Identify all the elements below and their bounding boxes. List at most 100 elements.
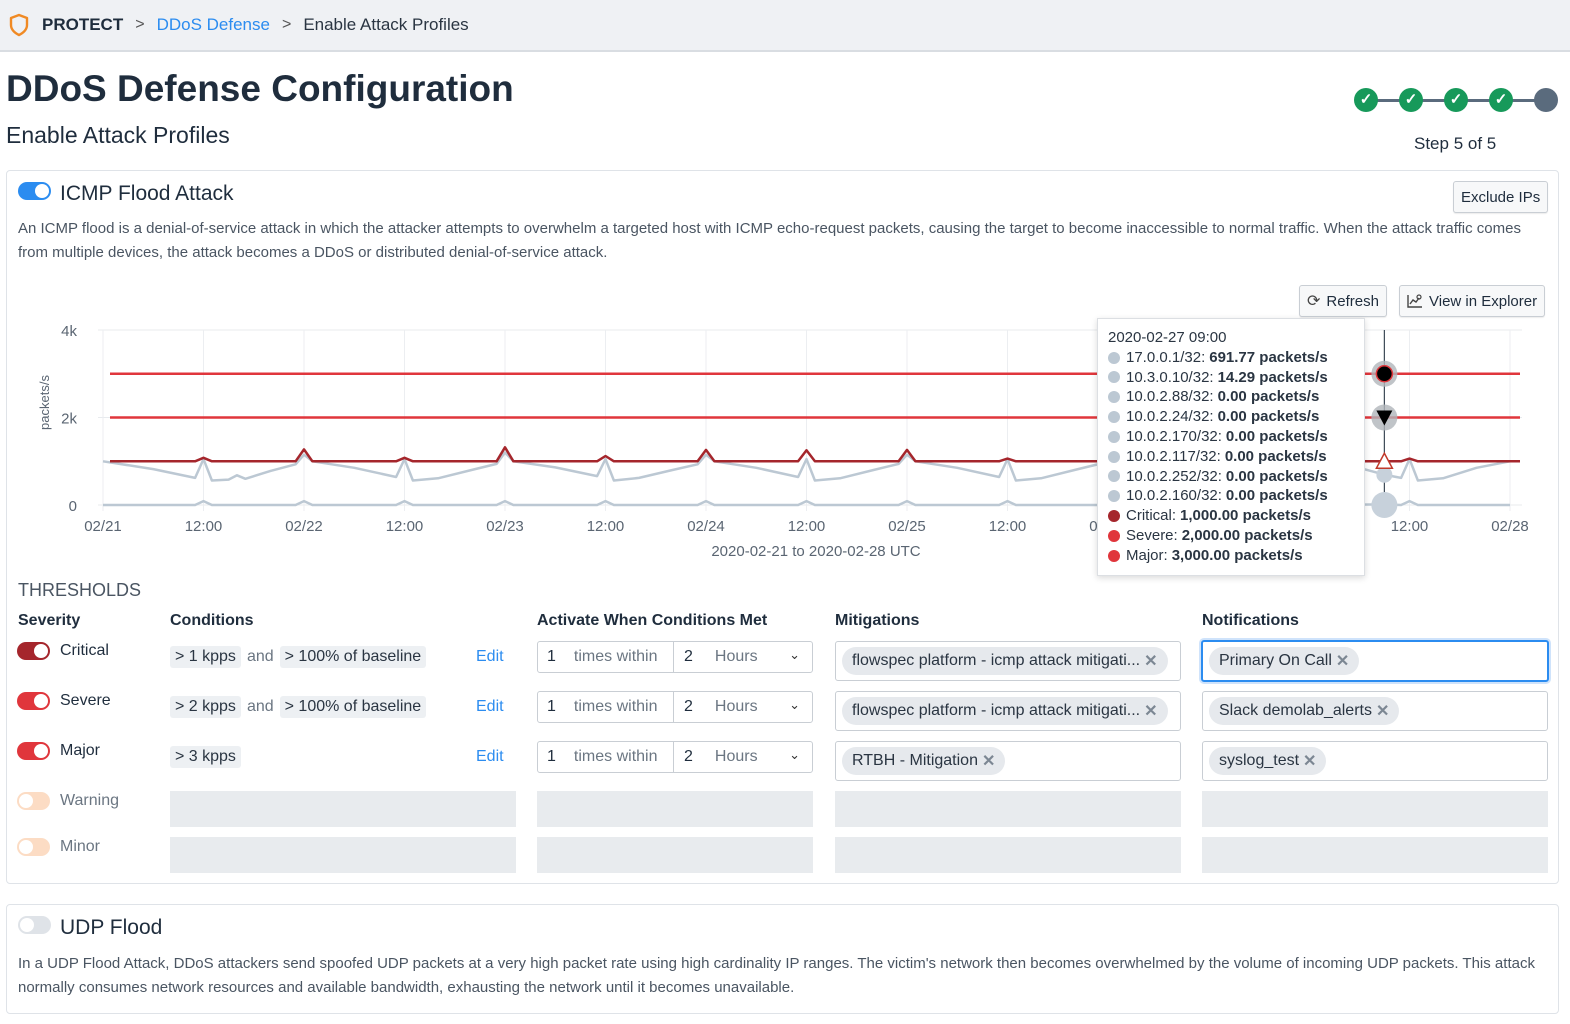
hover-marker-major <box>1375 365 1394 383</box>
tooltip-row: 10.0.2.170/32: 0.00 packets/s <box>1108 427 1354 447</box>
tag-label: Primary On Call <box>1219 652 1332 669</box>
x-tick-label: 12:00 <box>989 518 1027 535</box>
series-swatch-icon <box>1108 391 1120 404</box>
tooltip-row: 10.0.2.117/32: 0.00 packets/s <box>1108 447 1354 467</box>
col-activate: Activate When Conditions Met <box>537 612 768 629</box>
condition-chip: > 2 kpps <box>170 696 241 718</box>
notification-tag: Slack demolab_alerts ✕ <box>1209 697 1400 725</box>
hover-marker-10-3-0-10 <box>1371 492 1398 518</box>
tooltip-value: 691.77 packets/s <box>1209 348 1328 366</box>
series-swatch-icon <box>1108 529 1120 542</box>
series-swatch-icon <box>1108 411 1120 424</box>
warning-notifications-placeholder <box>1202 791 1548 827</box>
x-tick-label: 12:00 <box>1391 518 1429 535</box>
series-swatch-icon <box>1108 430 1120 443</box>
chevron-down-icon: ⌄ <box>789 697 800 712</box>
critical-edit-link[interactable]: Edit <box>476 648 504 666</box>
tooltip-value: 0.00 packets/s <box>1217 408 1320 426</box>
condition-chip: > 100% of baseline <box>279 646 427 668</box>
y-tick-label: 0 <box>69 498 77 515</box>
x-tick-label: 02/23 <box>486 518 524 535</box>
severe-toggle[interactable] <box>17 692 50 710</box>
series-swatch-icon <box>1108 351 1120 364</box>
times-input[interactable]: 1 <box>547 648 556 666</box>
exclude-ips-button[interactable]: Exclude IPs <box>1453 181 1549 213</box>
remove-tag-icon[interactable]: ✕ <box>1376 701 1389 721</box>
tooltip-value: 3,000.00 packets/s <box>1171 546 1303 564</box>
critical-toggle[interactable] <box>17 642 50 660</box>
remove-tag-icon[interactable]: ✕ <box>1336 651 1349 671</box>
window-value[interactable]: 2 <box>684 748 693 766</box>
major-edit-link[interactable]: Edit <box>476 748 504 766</box>
breadcrumb-root[interactable]: PROTECT <box>42 15 123 35</box>
critical-notifications-input[interactable]: Primary On Call ✕ <box>1201 640 1549 682</box>
window-select[interactable]: 2 Hours ⌄ <box>674 742 812 772</box>
x-tick-label: 02/21 <box>84 518 122 535</box>
severe-edit-link[interactable]: Edit <box>476 698 504 716</box>
window-select[interactable]: 2 Hours ⌄ <box>674 642 812 672</box>
breadcrumb-bar: PROTECT > DDoS Defense > Enable Attack P… <box>0 0 1570 52</box>
tooltip-row: 10.0.2.160/32: 0.00 packets/s <box>1108 486 1354 506</box>
col-severity: Severity <box>18 612 81 629</box>
chevron-right-icon: > <box>281 16 292 33</box>
major-mitigations-input[interactable]: RTBH - Mitigation ✕ <box>835 741 1181 781</box>
warning-toggle[interactable] <box>17 792 50 810</box>
severity-severe: Severe <box>60 692 111 709</box>
icmp-enable-toggle[interactable] <box>18 182 51 200</box>
mitigation-tag: flowspec platform - icmp attack mitigati… <box>842 697 1168 725</box>
step-2-complete-check-icon[interactable]: ✓ <box>1399 88 1423 112</box>
chart-explorer-icon <box>1407 294 1422 308</box>
major-toggle[interactable] <box>17 742 50 760</box>
times-input[interactable]: 1 <box>547 748 556 766</box>
tooltip-value: 0.00 packets/s <box>1225 427 1328 445</box>
major-notifications-input[interactable]: syslog_test ✕ <box>1202 741 1548 781</box>
remove-tag-icon[interactable]: ✕ <box>982 751 995 771</box>
window-value[interactable]: 2 <box>684 648 693 666</box>
hover-marker-17-0-0-1 <box>1376 466 1393 483</box>
remove-tag-icon[interactable]: ✕ <box>1144 701 1157 721</box>
remove-tag-icon[interactable]: ✕ <box>1144 651 1157 671</box>
chevron-down-icon: ⌄ <box>789 747 800 762</box>
severe-mitigations-input[interactable]: flowspec platform - icmp attack mitigati… <box>835 691 1181 731</box>
remove-tag-icon[interactable]: ✕ <box>1303 751 1316 771</box>
step-3-complete-check-icon[interactable]: ✓ <box>1444 88 1468 112</box>
times-within-label: times within <box>573 698 658 715</box>
critical-mitigations-input[interactable]: flowspec platform - icmp attack mitigati… <box>835 641 1181 681</box>
critical-activation: 1 times within 2 Hours ⌄ <box>537 641 813 673</box>
times-within-label: times within <box>573 648 658 665</box>
severe-conditions: > 2 kpps and > 100% of baseline <box>170 696 427 718</box>
step-4-complete-check-icon[interactable]: ✓ <box>1489 88 1513 112</box>
tag-label: RTBH - Mitigation <box>852 752 978 769</box>
icmp-description: An ICMP flood is a denial-of-service att… <box>18 220 1521 261</box>
breadcrumb-current: Enable Attack Profiles <box>303 15 469 34</box>
window-unit: Hours <box>714 698 758 715</box>
severe-notifications-input[interactable]: Slack demolab_alerts ✕ <box>1202 691 1548 731</box>
tooltip-value: 0.00 packets/s <box>1225 467 1328 485</box>
step-1-complete-check-icon[interactable]: ✓ <box>1354 88 1378 112</box>
udp-enable-toggle[interactable] <box>18 916 51 934</box>
minor-conditions-placeholder <box>170 837 516 873</box>
window-select[interactable]: 2 Hours ⌄ <box>674 692 812 722</box>
tooltip-value: 1,000.00 packets/s <box>1180 507 1311 525</box>
severity-critical: Critical <box>60 642 109 659</box>
x-tick-label: 12:00 <box>386 518 424 535</box>
tooltip-label: 10.0.2.24/32: <box>1126 408 1214 426</box>
series-swatch-icon <box>1108 371 1120 384</box>
tooltip-value: 2,000.00 packets/s <box>1181 526 1313 544</box>
warning-conditions-placeholder <box>170 791 516 827</box>
x-tick-label: 12:00 <box>185 518 223 535</box>
col-notifications: Notifications <box>1202 612 1299 629</box>
shield-icon <box>9 13 29 37</box>
tooltip-row: Major: 3,000.00 packets/s <box>1108 546 1354 566</box>
minor-mitigations-placeholder <box>835 837 1181 873</box>
series-swatch-icon <box>1108 450 1120 463</box>
udp-title: UDP Flood <box>60 916 163 939</box>
times-input[interactable]: 1 <box>547 698 556 716</box>
tooltip-row: 10.0.2.24/32: 0.00 packets/s <box>1108 407 1354 427</box>
tooltip-label: Severe: <box>1126 526 1178 544</box>
mitigation-tag: RTBH - Mitigation ✕ <box>842 747 1006 775</box>
window-value[interactable]: 2 <box>684 698 693 716</box>
tooltip-label: 17.0.0.1/32: <box>1126 348 1206 366</box>
breadcrumb-link-ddos-defense[interactable]: DDoS Defense <box>157 15 270 35</box>
minor-toggle[interactable] <box>17 838 50 856</box>
